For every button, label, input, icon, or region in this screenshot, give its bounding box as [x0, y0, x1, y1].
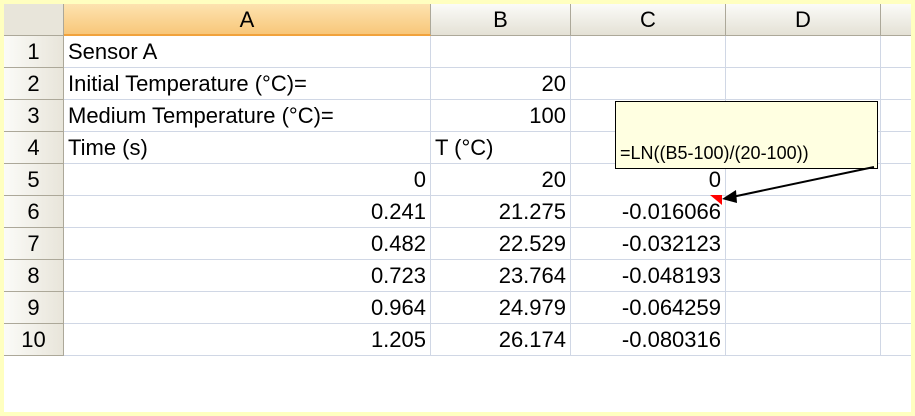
cell-b4[interactable]: T (°C)	[431, 132, 571, 164]
cell-e8[interactable]	[881, 260, 911, 292]
cell-b6[interactable]: 21.275	[431, 196, 571, 228]
cell-d2[interactable]	[726, 68, 881, 100]
cell-a4[interactable]: Time (s)	[64, 132, 431, 164]
row-header[interactable]: 3	[4, 100, 64, 132]
row-header[interactable]: 7	[4, 228, 64, 260]
cell-e9[interactable]	[881, 292, 911, 324]
column-header-a[interactable]: A	[64, 4, 431, 36]
cell-a7[interactable]: 0.482	[64, 228, 431, 260]
cell-a2[interactable]: Initial Temperature (°C)=	[64, 68, 431, 100]
cell-e10[interactable]	[881, 324, 911, 356]
cell-d10[interactable]	[726, 324, 881, 356]
cell-b2[interactable]: 20	[431, 68, 571, 100]
cell-d9[interactable]	[726, 292, 881, 324]
comment-text: =LN((B5-100)/(20-100))	[620, 143, 809, 163]
row-header[interactable]: 6	[4, 196, 64, 228]
row-header[interactable]: 2	[4, 68, 64, 100]
cell-d8[interactable]	[726, 260, 881, 292]
column-header-e[interactable]	[881, 4, 911, 36]
cell-a6[interactable]: 0.241	[64, 196, 431, 228]
row-header[interactable]: 9	[4, 292, 64, 324]
spreadsheet-grid: ABCD 1 Sensor A 2 Initial Temperature (°C)=…	[4, 4, 911, 412]
cell-a9[interactable]: 0.964	[64, 292, 431, 324]
cell-c9[interactable]: -0.064259	[571, 292, 726, 324]
cell-comment[interactable]: =LN((B5-100)/(20-100))	[615, 101, 878, 169]
cell-b5[interactable]: 20	[431, 164, 571, 196]
cell-b1[interactable]	[431, 36, 571, 68]
cell-a3[interactable]: Medium Temperature (°C)=	[64, 100, 431, 132]
cell-e1[interactable]	[881, 36, 911, 68]
cell-b3[interactable]: 100	[431, 100, 571, 132]
cell-e6[interactable]	[881, 196, 911, 228]
cell-c8[interactable]: -0.048193	[571, 260, 726, 292]
row-header[interactable]: 4	[4, 132, 64, 164]
cell-c6[interactable]: -0.016066	[571, 196, 726, 228]
cell-e7[interactable]	[881, 228, 911, 260]
column-header-d[interactable]: D	[726, 4, 881, 36]
cell-e5[interactable]	[881, 164, 911, 196]
row-header[interactable]: 5	[4, 164, 64, 196]
comment-indicator-icon	[710, 195, 722, 205]
column-header-b[interactable]: B	[431, 4, 571, 36]
cell-a5[interactable]: 0	[64, 164, 431, 196]
cell-c2[interactable]	[571, 68, 726, 100]
cell-e2[interactable]	[881, 68, 911, 100]
cell-e4[interactable]	[881, 132, 911, 164]
row-header[interactable]: 10	[4, 324, 64, 356]
cell-b8[interactable]: 23.764	[431, 260, 571, 292]
cell-e3[interactable]	[881, 100, 911, 132]
row-header[interactable]: 1	[4, 36, 64, 68]
cell-b7[interactable]: 22.529	[431, 228, 571, 260]
cell-d1[interactable]	[726, 36, 881, 68]
cell-a10[interactable]: 1.205	[64, 324, 431, 356]
row-header[interactable]: 8	[4, 260, 64, 292]
cell-d7[interactable]	[726, 228, 881, 260]
cell-b9[interactable]: 24.979	[431, 292, 571, 324]
cell-d6[interactable]	[726, 196, 881, 228]
cell-c1[interactable]	[571, 36, 726, 68]
cell-a8[interactable]: 0.723	[64, 260, 431, 292]
column-header-c[interactable]: C	[571, 4, 726, 36]
cell-a1[interactable]: Sensor A	[64, 36, 431, 68]
select-all-corner[interactable]	[4, 4, 64, 36]
cell-c10[interactable]: -0.080316	[571, 324, 726, 356]
cell-c7[interactable]: -0.032123	[571, 228, 726, 260]
cell-b10[interactable]: 26.174	[431, 324, 571, 356]
